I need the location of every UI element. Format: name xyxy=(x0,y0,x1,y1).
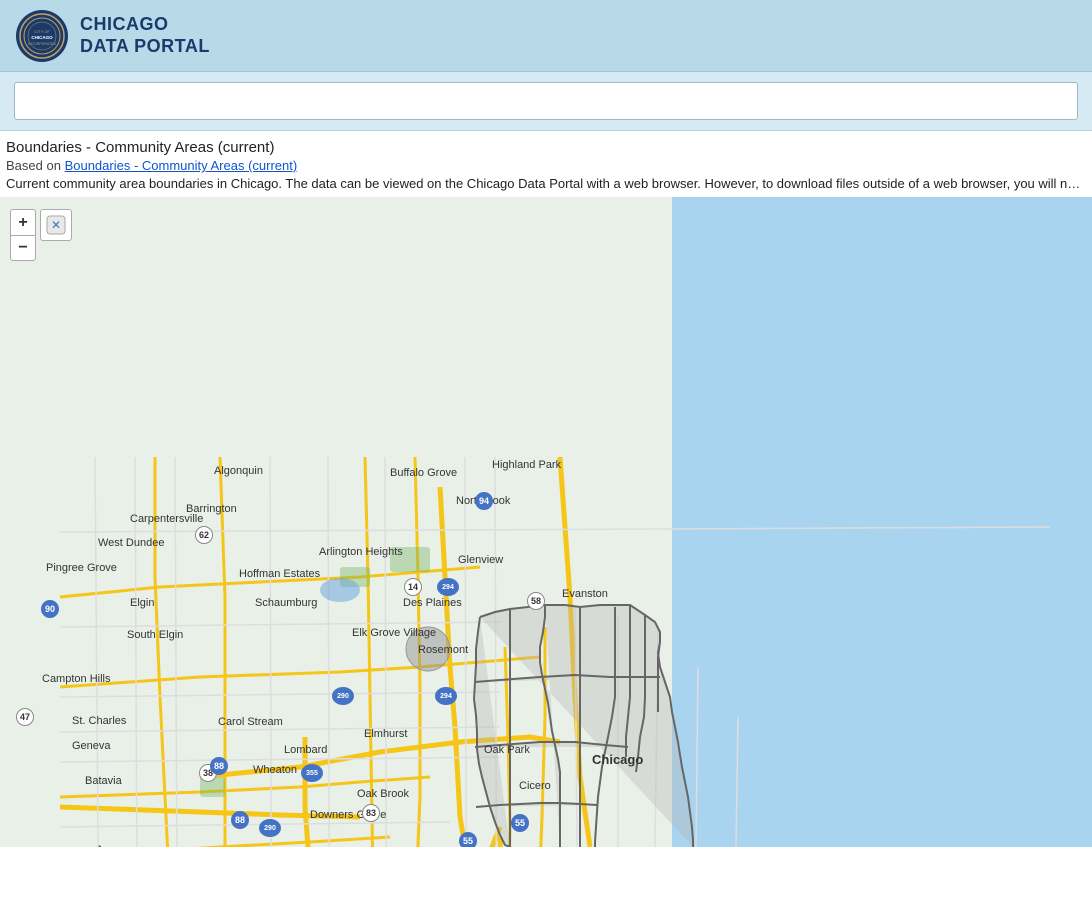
locate-button[interactable]: ✕ xyxy=(40,209,72,241)
based-on-link[interactable]: Boundaries - Community Areas (current) xyxy=(65,158,298,173)
header-title-line2: DATA PORTAL xyxy=(80,36,210,58)
zoom-controls: + − xyxy=(10,209,36,261)
search-bar-area xyxy=(0,72,1092,131)
zoom-out-button[interactable]: − xyxy=(10,235,36,261)
header: CITY OF CHICAGO INCORPORATED CHICAGO DAT… xyxy=(0,0,1092,72)
map-container[interactable]: .road-major { stroke: #f5c518; stroke-wi… xyxy=(0,197,1092,847)
info-area: Boundaries - Community Areas (current) B… xyxy=(0,131,1092,197)
svg-text:CHICAGO: CHICAGO xyxy=(31,35,53,40)
based-on-line: Based on Boundaries - Community Areas (c… xyxy=(6,158,1086,173)
based-on-label: Based on xyxy=(6,158,61,173)
search-input[interactable] xyxy=(14,82,1078,120)
svg-text:INCORPORATED: INCORPORATED xyxy=(28,42,56,46)
svg-text:✕: ✕ xyxy=(51,218,61,232)
header-title-line1: CHICAGO xyxy=(80,14,210,36)
zoom-in-button[interactable]: + xyxy=(10,209,36,235)
svg-text:CITY OF: CITY OF xyxy=(34,29,50,34)
map-svg-overlay: .road-major { stroke: #f5c518; stroke-wi… xyxy=(0,197,1092,847)
description-text: Current community area boundaries in Chi… xyxy=(6,175,1086,193)
header-title-block: CHICAGO DATA PORTAL xyxy=(80,14,210,57)
page-title: Boundaries - Community Areas (current) xyxy=(6,139,1086,156)
chicago-logo: CITY OF CHICAGO INCORPORATED xyxy=(16,10,68,62)
